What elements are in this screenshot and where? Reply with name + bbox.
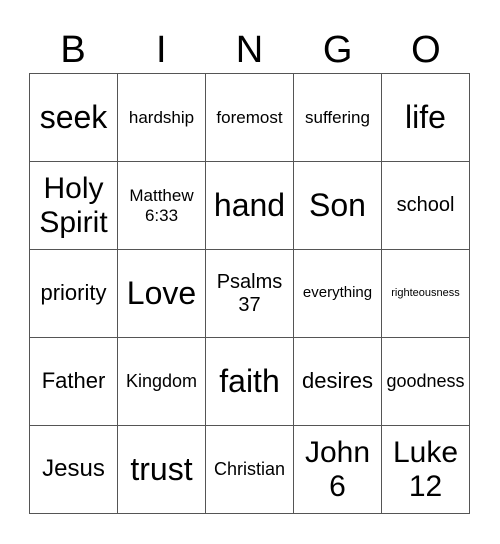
cell-text: foremost — [216, 107, 283, 127]
header-letter-b: B — [60, 29, 86, 71]
cell-text: Jesus — [42, 455, 105, 483]
cell-text: priority — [40, 280, 107, 306]
cell-text: Love — [126, 274, 197, 311]
bingo-cell[interactable]: Son — [294, 162, 382, 250]
bingo-cell[interactable]: faith — [206, 338, 294, 426]
cell-text: Christian — [213, 459, 286, 480]
cell-text: trust — [130, 450, 193, 487]
bingo-cell[interactable]: Kingdom — [118, 338, 206, 426]
bingo-card: seek hardship foremost suffering life Ho… — [29, 73, 470, 514]
header-letter-n: N — [235, 29, 264, 71]
bingo-cell[interactable]: hand — [206, 162, 294, 250]
cell-text: Son — [309, 186, 366, 223]
cell-text: faith — [219, 362, 280, 399]
bingo-cell[interactable]: Holy Spirit — [30, 162, 118, 250]
cell-text: desires — [302, 368, 373, 394]
header-letter-o: O — [411, 29, 441, 71]
cell-text: goodness — [386, 371, 465, 392]
cell-text: righteousness — [391, 287, 460, 300]
cell-text: Luke 12 — [392, 435, 459, 503]
bingo-cell[interactable]: trust — [118, 426, 206, 514]
bingo-cell[interactable]: Christian — [206, 426, 294, 514]
cell-text: Holy Spirit — [39, 171, 108, 239]
bingo-cell[interactable]: Love — [118, 250, 206, 338]
cell-text: hand — [213, 186, 286, 223]
header-letter-g: G — [322, 29, 353, 71]
bingo-cell[interactable]: priority — [30, 250, 118, 338]
bingo-cell[interactable]: Psalms 37 — [206, 250, 294, 338]
bingo-cell[interactable]: school — [382, 162, 470, 250]
bingo-cell[interactable]: hardship — [118, 74, 206, 162]
cell-text: Psalms 37 — [216, 271, 283, 316]
bingo-cell[interactable]: righteousness — [382, 250, 470, 338]
bingo-cell[interactable]: Luke 12 — [382, 426, 470, 514]
bingo-cell[interactable]: Matthew 6:33 — [118, 162, 206, 250]
bingo-cell[interactable]: Jesus — [30, 426, 118, 514]
bingo-cell[interactable]: suffering — [294, 74, 382, 162]
bingo-cell[interactable]: Father — [30, 338, 118, 426]
cell-text: everything — [302, 284, 373, 302]
cell-text: John 6 — [304, 435, 371, 503]
cell-text: Matthew 6:33 — [129, 186, 194, 225]
cell-text: seek — [39, 98, 108, 135]
cell-text: Father — [41, 368, 106, 394]
bingo-cell[interactable]: John 6 — [294, 426, 382, 514]
header-letter-i: I — [156, 29, 167, 71]
bingo-cell[interactable]: desires — [294, 338, 382, 426]
bingo-cell[interactable]: seek — [30, 74, 118, 162]
bingo-cell[interactable]: goodness — [382, 338, 470, 426]
bingo-cell[interactable]: foremost — [206, 74, 294, 162]
bingo-cell[interactable]: life — [382, 74, 470, 162]
cell-text: hardship — [128, 107, 195, 127]
bingo-header: B I N G O — [29, 28, 470, 72]
bingo-cell[interactable]: everything — [294, 250, 382, 338]
cell-text: school — [396, 194, 455, 217]
cell-text: Kingdom — [125, 371, 198, 392]
cell-text: life — [405, 98, 446, 135]
cell-text: suffering — [305, 107, 370, 127]
